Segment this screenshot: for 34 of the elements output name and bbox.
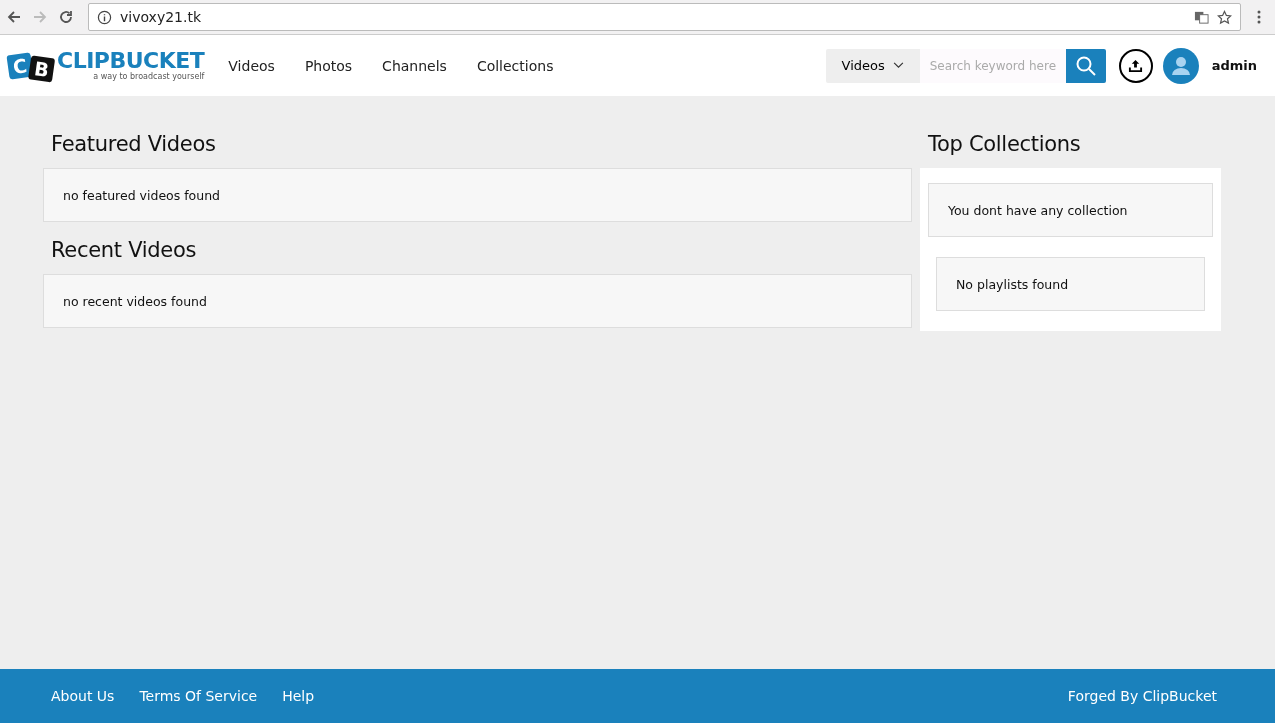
search-scope-dropdown[interactable]: Videos xyxy=(825,48,920,83)
address-bar[interactable]: vivoxy21.tk xyxy=(88,3,1241,31)
reload-icon[interactable] xyxy=(58,9,74,25)
chevron-icon xyxy=(892,62,904,69)
nav-link[interactable]: Collections xyxy=(476,57,554,74)
footer-link[interactable]: Help xyxy=(282,688,315,704)
back-icon[interactable] xyxy=(6,9,22,25)
nav-link[interactable]: Channels xyxy=(382,57,447,74)
empty-message: no featured videos found xyxy=(63,187,221,203)
search-field[interactable]: Search keyword here xyxy=(919,48,1066,83)
search-icon xyxy=(1075,55,1096,76)
avatar-icon[interactable] xyxy=(1162,47,1199,84)
translate-icon[interactable] xyxy=(1194,9,1209,25)
username-link[interactable]: admin xyxy=(1211,58,1257,73)
search-button[interactable] xyxy=(1065,48,1106,83)
logo-text: CLIPBUCKET xyxy=(57,50,205,72)
upload-button[interactable] xyxy=(1118,48,1153,83)
section-title: Top Collections xyxy=(928,132,1082,156)
nav-link[interactable]: Photos xyxy=(304,57,353,74)
footer-link[interactable]: About Us xyxy=(51,688,115,704)
empty-message: No playlists found xyxy=(956,276,1069,292)
logo-letter: B xyxy=(28,54,56,82)
nav-link[interactable]: Videos xyxy=(228,57,275,74)
upload-icon xyxy=(1128,58,1144,73)
empty-message: no recent videos found xyxy=(63,293,207,309)
footer-link[interactable]: Terms Of Service xyxy=(139,688,258,704)
info-icon xyxy=(97,9,112,25)
footer-credit: Forged By ClipBucket xyxy=(1067,688,1217,704)
site-logo[interactable]: C B CLIPBUCKET a way to broadcast yourself xyxy=(8,50,205,81)
logo-tagline: a way to broadcast yourself xyxy=(93,72,205,81)
star-icon[interactable] xyxy=(1217,9,1232,25)
section-title: Recent Videos xyxy=(51,238,198,262)
section-title: Featured Videos xyxy=(51,132,217,156)
empty-message: You dont have any collection xyxy=(948,202,1128,218)
